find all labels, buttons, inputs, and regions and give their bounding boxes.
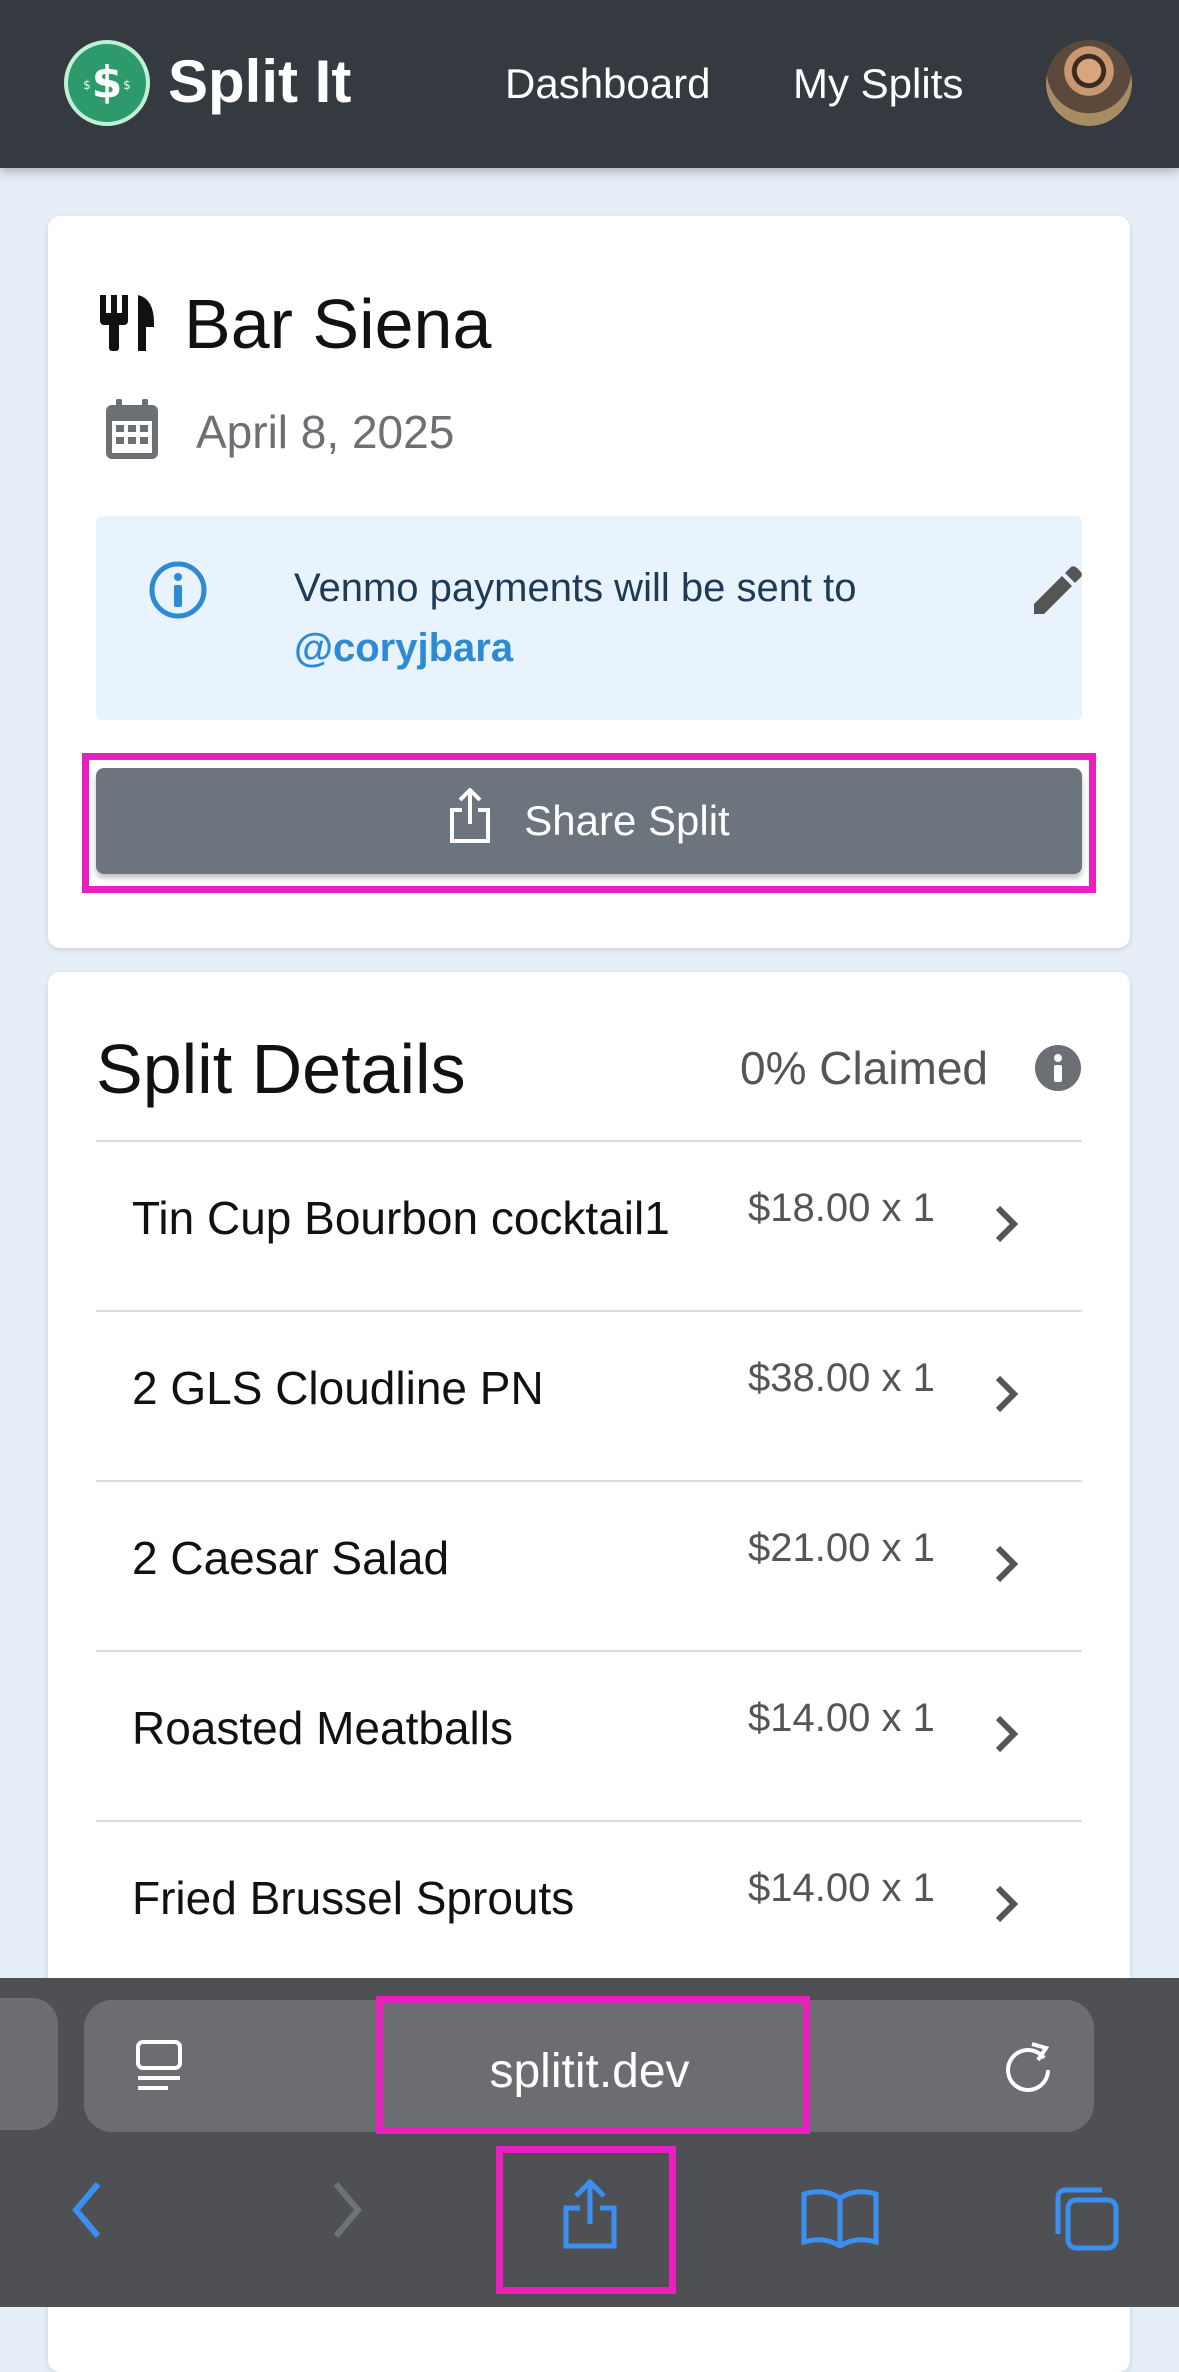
forward-icon (326, 2180, 366, 2245)
divider (96, 1650, 1082, 1652)
share-split-button[interactable]: Share Split (96, 768, 1082, 874)
claimed-percentage: 0% Claimed (740, 1042, 988, 1094)
nav-link-dashboard[interactable]: Dashboard (505, 56, 710, 112)
reload-icon[interactable] (1002, 2038, 1056, 2099)
utensils-icon (98, 291, 158, 358)
item-price: $14.00 x 1 (748, 1696, 935, 1740)
svg-text:$: $ (92, 57, 123, 108)
item-price: $38.00 x 1 (748, 1356, 935, 1400)
split-details-title: Split Details (96, 1030, 466, 1108)
item-name: 2 GLS Cloudline PN (132, 1362, 544, 1414)
top-navbar: $ $ $ Split It Dashboard My Splits (0, 0, 1179, 168)
bookmarks-icon[interactable] (800, 2188, 880, 2253)
chevron-right-icon (992, 1714, 1022, 1759)
chevron-right-icon (992, 1374, 1022, 1419)
back-icon[interactable] (68, 2180, 108, 2245)
svg-text:$: $ (123, 78, 131, 92)
svg-text:$: $ (83, 78, 91, 92)
chevron-right-icon (992, 1884, 1022, 1929)
venmo-handle-link[interactable]: @coryjbara (294, 620, 513, 676)
item-price: $14.00 x 1 (748, 1866, 935, 1910)
split-summary-card: Bar Siena April 8, 2025 Venmo payments w… (48, 216, 1130, 948)
date-row: April 8, 2025 (104, 392, 454, 472)
info-icon[interactable] (1034, 1044, 1082, 1097)
dollar-logo-icon[interactable]: $ $ $ (64, 40, 150, 126)
item-price: $21.00 x 1 (748, 1526, 935, 1570)
title-row: Bar Siena (98, 274, 491, 374)
browser-bottom-bar: splitit.dev (0, 1978, 1179, 2307)
item-name: Roasted Meatballs (132, 1702, 513, 1754)
share-icon (448, 787, 524, 854)
brand-name[interactable]: Split It (168, 46, 351, 118)
restaurant-title: Bar Siena (184, 285, 492, 363)
share-icon[interactable] (560, 2178, 620, 2255)
divider (96, 1310, 1082, 1312)
item-name: 2 Caesar Salad (132, 1532, 450, 1584)
info-circle-icon (148, 560, 208, 625)
divider (96, 1140, 1082, 1142)
pencil-edit-icon[interactable] (1030, 566, 1082, 623)
tabs-icon[interactable] (1052, 2184, 1122, 2257)
chevron-right-icon (992, 1544, 1022, 1589)
divider (96, 1820, 1082, 1822)
share-split-label: Share Split (524, 797, 730, 844)
chevron-right-icon (992, 1204, 1022, 1249)
nav-link-my-splits[interactable]: My Splits (793, 56, 963, 112)
split-date: April 8, 2025 (196, 406, 455, 458)
item-name: Tin Cup Bourbon cocktail1 (132, 1192, 670, 1244)
divider (96, 1480, 1082, 1482)
calendar-icon (104, 398, 160, 466)
item-name: Fried Brussel Sprouts (132, 1872, 575, 1924)
item-price: $18.00 x 1 (748, 1186, 935, 1230)
venmo-info-text: Venmo payments will be sent to (294, 566, 857, 610)
venmo-info-alert: Venmo payments will be sent to @coryjbar… (96, 516, 1082, 720)
avatar[interactable] (1046, 40, 1132, 126)
